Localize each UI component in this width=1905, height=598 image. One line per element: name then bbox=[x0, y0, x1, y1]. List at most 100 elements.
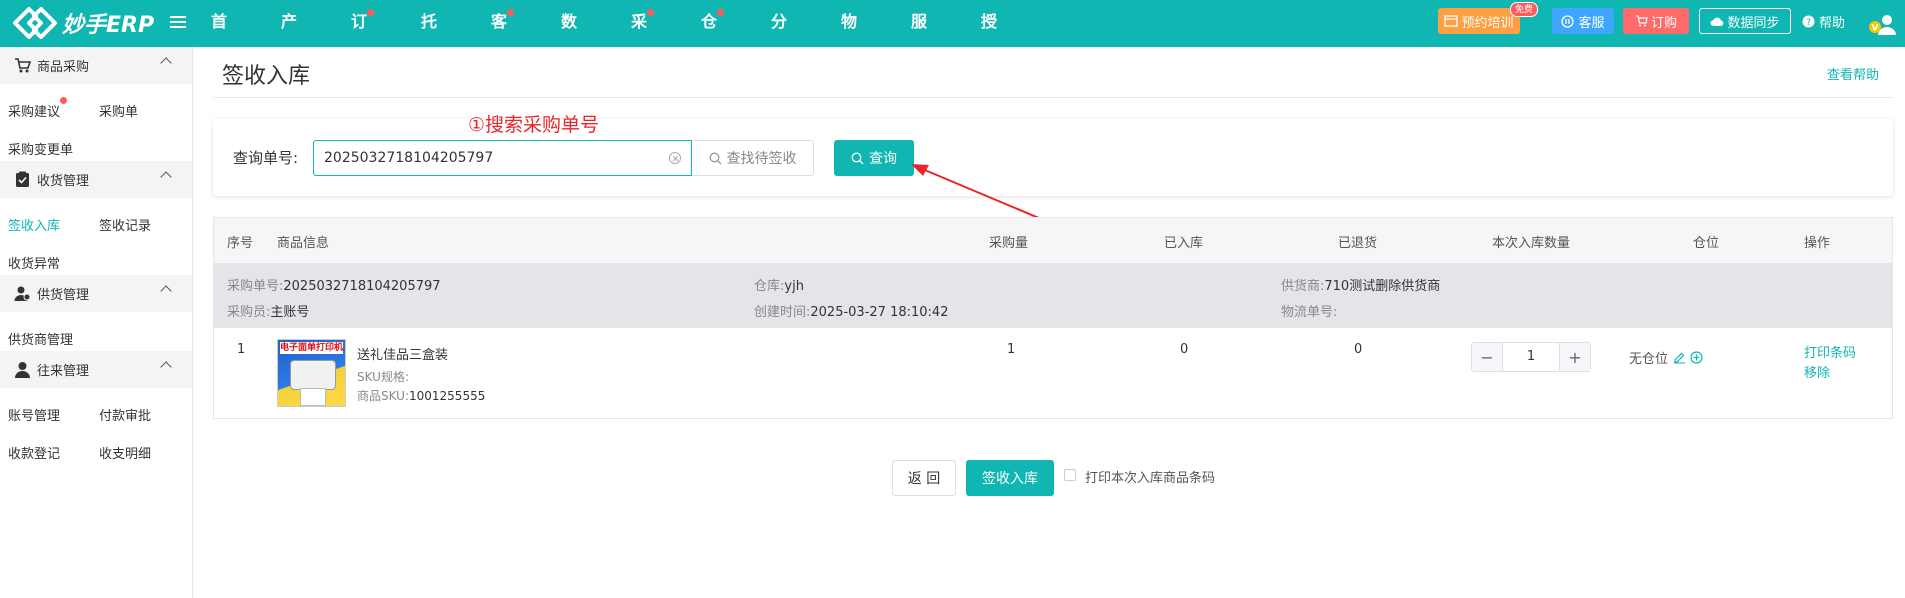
warehouse: 仓库:yjh bbox=[754, 279, 804, 294]
notification-dot bbox=[717, 9, 725, 16]
help-link[interactable]: ? 帮助 bbox=[1802, 12, 1845, 31]
sidebar-item-purchase-order[interactable]: 采购单 bbox=[99, 101, 138, 120]
created-time: 创建时间:2025-03-27 18:10:42 bbox=[754, 305, 949, 320]
search-icon bbox=[709, 152, 721, 164]
nav-item-logistics[interactable]: 物流 bbox=[841, 0, 857, 75]
product-image[interactable]: 电子面单打印机 bbox=[277, 339, 346, 407]
page-title: 签收入库 bbox=[222, 64, 311, 89]
header-purchase-qty: 采购量 bbox=[989, 236, 1029, 251]
sidebar-item-payment-approval[interactable]: 付款审批 bbox=[99, 405, 151, 424]
chat-icon bbox=[1561, 14, 1575, 28]
sidebar: 商品采购 采购建议 采购单 采购变更单 收货管理 签收入库 签收记录 收货异常 … bbox=[0, 47, 193, 598]
find-pending-button[interactable]: 查找待签收 bbox=[692, 140, 814, 176]
header-action: 操作 bbox=[1804, 236, 1831, 251]
divider bbox=[213, 97, 1893, 98]
quantity-value[interactable]: 1 bbox=[1502, 343, 1560, 371]
print-barcode-checkbox-label[interactable]: 打印本次入库商品条码 bbox=[1085, 467, 1215, 486]
decrement-button[interactable]: − bbox=[1472, 343, 1502, 371]
remove-link[interactable]: 移除 bbox=[1804, 362, 1830, 381]
increment-button[interactable]: + bbox=[1560, 343, 1590, 371]
sidebar-item-receipt-registration[interactable]: 收款登记 bbox=[8, 443, 60, 462]
notification-dot bbox=[60, 96, 68, 104]
sidebar-item-purchase-suggestion[interactable]: 采购建议 bbox=[8, 96, 68, 120]
sidebar-group-receiving[interactable]: 收货管理 bbox=[0, 161, 192, 198]
row-index: 1 bbox=[237, 342, 246, 357]
sidebar-item-income-expense-details[interactable]: 收支明细 bbox=[99, 443, 151, 462]
header-this-qty: 本次入库数量 bbox=[1492, 236, 1571, 251]
clear-icon[interactable] bbox=[669, 152, 681, 164]
order-button[interactable]: 订购 bbox=[1623, 8, 1689, 34]
sidebar-group-purchase[interactable]: 商品采购 bbox=[0, 47, 192, 84]
order-number-input[interactable] bbox=[313, 140, 692, 176]
sign-in-stock-button[interactable]: 签收入库 bbox=[966, 460, 1054, 496]
search-icon bbox=[851, 152, 864, 164]
search-panel: 查询单号: 查找待签收 查询 bbox=[213, 119, 1893, 196]
returned-qty: 0 bbox=[1354, 342, 1363, 357]
return-button[interactable]: 返 回 bbox=[892, 460, 956, 496]
menu-toggle-icon[interactable] bbox=[170, 13, 186, 33]
sku-spec: SKU规格: bbox=[357, 370, 409, 384]
sidebar-item-receiving-exception[interactable]: 收货异常 bbox=[8, 253, 60, 272]
svg-text:?: ? bbox=[1806, 18, 1811, 28]
header-received: 已入库 bbox=[1164, 236, 1204, 251]
purchase-order-group-row: 采购单号:2025032718104205797 仓库:yjh 供货商:710测… bbox=[214, 263, 1892, 328]
logo-mark-icon bbox=[13, 7, 57, 39]
table-header: 序号 商品信息 采购量 已入库 已退货 本次入库数量 仓位 操作 bbox=[214, 218, 1892, 263]
nav-item-service[interactable]: 客服 bbox=[491, 0, 515, 75]
cloud-icon bbox=[1710, 17, 1724, 26]
nav-item-services[interactable]: 服务 bbox=[911, 0, 927, 75]
nav-item-warehouse[interactable]: 仓库 bbox=[701, 0, 725, 75]
tracking-number: 物流单号: bbox=[1281, 305, 1338, 320]
cart-icon bbox=[15, 58, 31, 73]
sidebar-group-accounts[interactable]: 往来管理 bbox=[0, 351, 192, 388]
notification-dot bbox=[367, 9, 375, 16]
sidebar-item-sign-in-stock[interactable]: 签收入库 bbox=[8, 215, 60, 234]
nav-item-hosting[interactable]: 托管 bbox=[421, 0, 437, 75]
location-cell: 无仓位 bbox=[1629, 348, 1703, 367]
svg-text:V: V bbox=[1872, 24, 1879, 34]
quantity-stepper[interactable]: − 1 + bbox=[1471, 342, 1591, 372]
view-help-link[interactable]: 查看帮助 bbox=[1827, 64, 1879, 83]
app-logo[interactable]: 妙手ERP bbox=[12, 6, 154, 40]
edit-icon[interactable] bbox=[1673, 351, 1686, 364]
print-barcode-checkbox[interactable] bbox=[1064, 469, 1076, 481]
cart-icon bbox=[1635, 15, 1648, 27]
logo-text: 妙手ERP bbox=[62, 13, 155, 38]
header-product: 商品信息 bbox=[277, 236, 330, 251]
nav-item-orders[interactable]: 订单 bbox=[351, 0, 375, 75]
table-row: 1 电子面单打印机 送礼佳品三盒装 SKU规格: 商品SKU:100125555… bbox=[214, 328, 1892, 418]
chevron-up-icon bbox=[160, 171, 172, 183]
sidebar-item-account-management[interactable]: 账号管理 bbox=[8, 405, 60, 424]
nav-item-home[interactable]: 首页 bbox=[211, 0, 227, 75]
receiving-table: 序号 商品信息 采购量 已入库 已退货 本次入库数量 仓位 操作 采购单号:20… bbox=[213, 217, 1893, 419]
sidebar-item-supplier-management[interactable]: 供货商管理 bbox=[8, 329, 73, 348]
notification-dot bbox=[507, 9, 515, 16]
avatar[interactable]: V bbox=[1868, 13, 1896, 35]
print-barcode-link[interactable]: 打印条码 bbox=[1804, 342, 1856, 361]
kefu-button[interactable]: 客服 bbox=[1552, 8, 1614, 34]
buyer: 采购员:主账号 bbox=[227, 305, 310, 320]
product-sku: 商品SKU:1001255555 bbox=[357, 389, 486, 403]
chevron-up-icon bbox=[160, 361, 172, 373]
query-button[interactable]: 查询 bbox=[834, 140, 914, 176]
sidebar-item-purchase-change[interactable]: 采购变更单 bbox=[8, 139, 73, 158]
nav-item-purchase[interactable]: 采购 bbox=[631, 0, 655, 75]
clipboard-check-icon bbox=[16, 171, 29, 187]
notification-dot bbox=[647, 9, 655, 16]
data-sync-button[interactable]: 数据同步 bbox=[1699, 8, 1791, 34]
add-circle-icon[interactable] bbox=[1690, 351, 1703, 364]
nav-item-products[interactable]: 产品 bbox=[281, 0, 297, 75]
nav-item-distribution[interactable]: 分销 bbox=[771, 0, 787, 75]
nav-item-data[interactable]: 数据 bbox=[561, 0, 577, 75]
nav-item-authorize[interactable]: 授权 bbox=[981, 0, 997, 75]
purchase-qty: 1 bbox=[1007, 342, 1016, 357]
sidebar-item-sign-records[interactable]: 签收记录 bbox=[99, 215, 151, 234]
chevron-up-icon bbox=[160, 285, 172, 297]
user-icon bbox=[15, 362, 30, 378]
supplier: 供货商:710测试删除供货商 bbox=[1281, 279, 1441, 294]
product-name[interactable]: 送礼佳品三盒装 bbox=[357, 344, 448, 363]
header-location: 仓位 bbox=[1693, 236, 1720, 251]
sidebar-group-supply[interactable]: 供货管理 bbox=[0, 275, 192, 312]
header-returned: 已退货 bbox=[1338, 236, 1378, 251]
training-button[interactable]: 预约培训 bbox=[1438, 8, 1520, 34]
